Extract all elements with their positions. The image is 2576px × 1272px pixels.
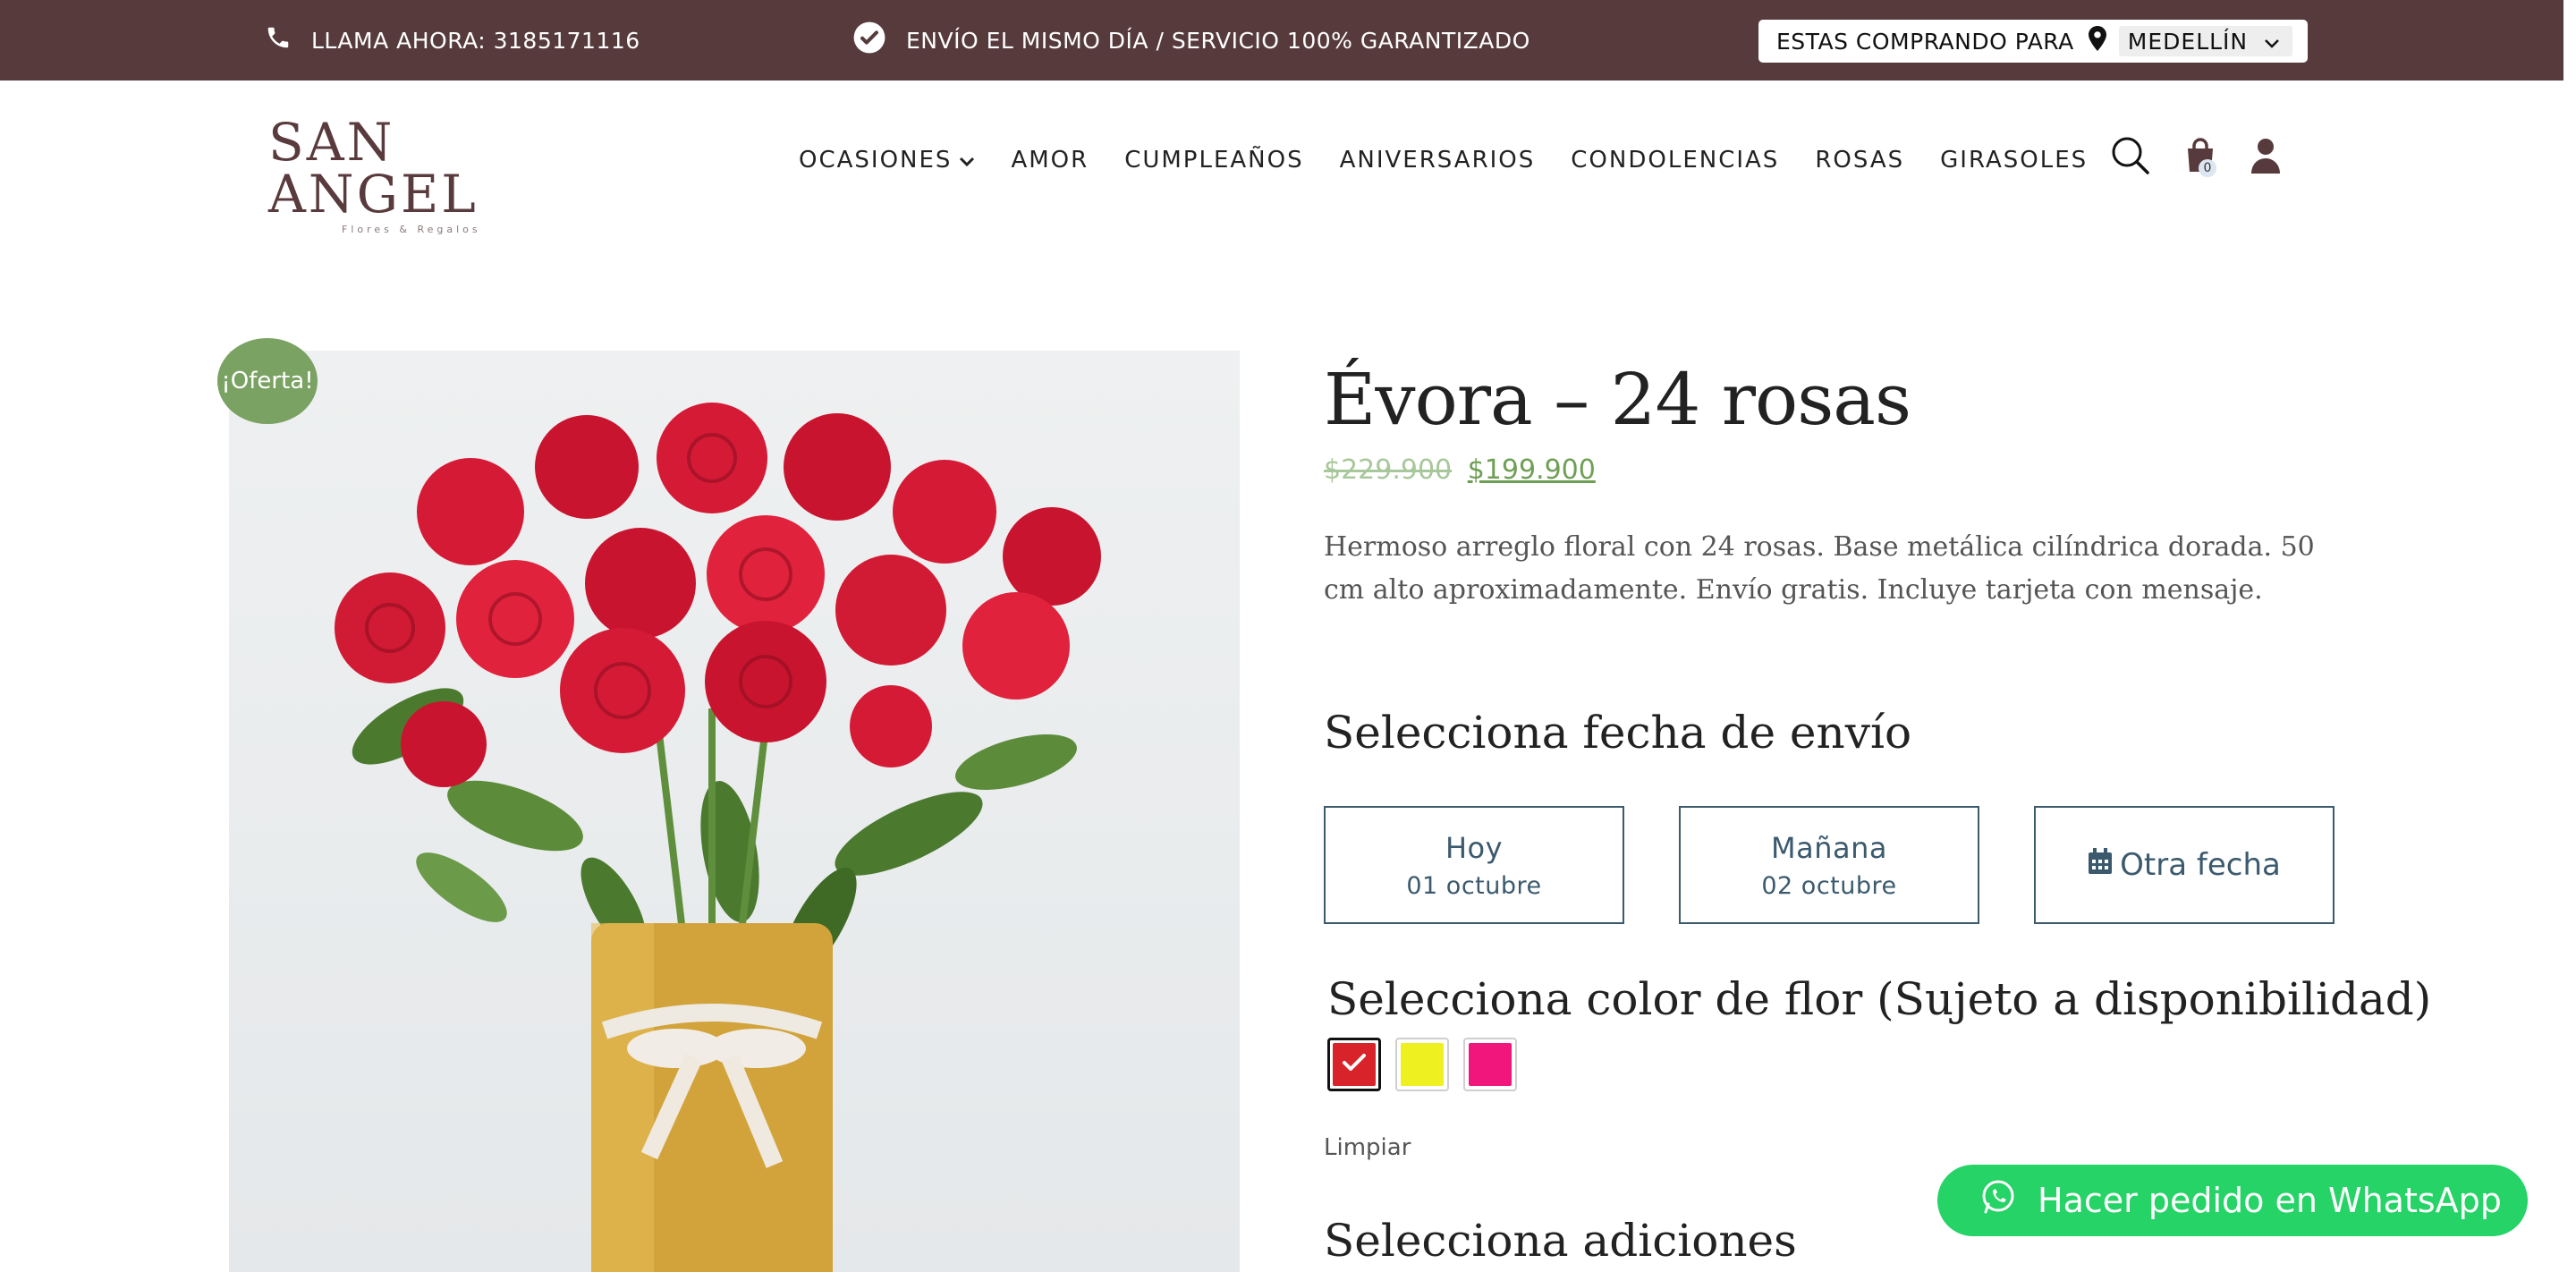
- sale-badge: ¡Oferta!: [217, 338, 318, 424]
- swatch-yellow[interactable]: [1395, 1038, 1449, 1091]
- nav-item-rosas[interactable]: ROSAS: [1815, 147, 1904, 174]
- swatch-red[interactable]: [1327, 1038, 1381, 1091]
- nav-item-ocasiones[interactable]: OCASIONES: [799, 147, 975, 174]
- price-block: $229.900 $199.900: [1324, 454, 1596, 486]
- map-pin-icon: [2088, 26, 2106, 56]
- date-option-label: Mañana: [1771, 830, 1887, 865]
- city-selector-box: ESTAS COMPRANDO PARA MEDELLÍN: [1758, 20, 2308, 63]
- user-icon[interactable]: [2250, 138, 2281, 177]
- product-image[interactable]: [229, 351, 1240, 1272]
- nav-item-aniversarios[interactable]: ANIVERSARIOS: [1340, 147, 1536, 174]
- cart-icon[interactable]: 0: [2184, 138, 2216, 177]
- nav-label: GIRASOLES: [1940, 147, 2089, 174]
- nav-label: CONDOLENCIAS: [1571, 147, 1780, 174]
- top-bar: LLAMA AHORA: 3185171116 ENVÍO EL MISMO D…: [0, 0, 2563, 81]
- main-nav: OCASIONES AMOR CUMPLEAÑOS ANIVERSARIOS C…: [799, 147, 2088, 174]
- old-price: $229.900: [1324, 454, 1453, 486]
- product-title: Évora – 24 rosas: [1324, 358, 1911, 441]
- swatch-fuchsia[interactable]: [1463, 1038, 1517, 1091]
- cart-count-badge: 0: [2199, 159, 2216, 177]
- city-select[interactable]: MEDELLÍN: [2118, 26, 2293, 56]
- nav-label: OCASIONES: [799, 147, 953, 174]
- logo[interactable]: SAN ANGEL Flores & Regalos: [268, 116, 572, 235]
- additions-heading: Selecciona adiciones: [1324, 1215, 1797, 1267]
- call-now[interactable]: LLAMA AHORA: 3185171116: [265, 0, 640, 81]
- sale-price: $199.900: [1467, 454, 1596, 486]
- product-description: Hermoso arreglo floral con 24 rosas. Bas…: [1324, 531, 2315, 606]
- header-icons: 0: [2111, 136, 2315, 179]
- nav-item-girasoles[interactable]: GIRASOLES: [1940, 147, 2088, 174]
- date-option-label: Otra fecha: [2120, 847, 2281, 883]
- date-option-tomorrow[interactable]: Mañana 02 octubre: [1679, 806, 1979, 924]
- whatsapp-order-button[interactable]: Hacer pedido en WhatsApp: [1937, 1165, 2528, 1236]
- chevron-down-icon: [2264, 29, 2280, 55]
- nav-item-condolencias[interactable]: CONDOLENCIAS: [1571, 147, 1779, 174]
- logo-subtitle: Flores & Regalos: [342, 224, 481, 235]
- flower-color-heading: Selecciona color de flor (Sujeto a dispo…: [1327, 973, 2432, 1025]
- date-option-date: 01 octubre: [1406, 871, 1542, 900]
- date-option-date: 02 octubre: [1761, 871, 1897, 900]
- phone-icon: [265, 24, 311, 56]
- calendar-icon: [2088, 847, 2120, 883]
- date-option-label: Hoy: [1445, 830, 1504, 865]
- nav-label: CUMPLEAÑOS: [1124, 147, 1304, 174]
- check-icon: [1342, 1053, 1367, 1076]
- color-swatches: [1327, 1038, 1531, 1091]
- date-option-other[interactable]: Otra fecha: [2034, 806, 2334, 924]
- whatsapp-label: Hacer pedido en WhatsApp: [2038, 1181, 2502, 1220]
- chevron-down-icon: [952, 147, 975, 174]
- shipping-banner: ENVÍO EL MISMO DÍA / SERVICIO 100% GARAN…: [852, 0, 1530, 81]
- buying-for-label: ESTAS COMPRANDO PARA: [1776, 28, 2074, 55]
- whatsapp-icon: [1980, 1179, 2038, 1223]
- delivery-date-heading: Selecciona fecha de envío: [1324, 707, 1912, 759]
- nav-label: ROSAS: [1815, 147, 1905, 174]
- date-option-today[interactable]: Hoy 01 octubre: [1324, 806, 1624, 924]
- nav-item-cumpleanos[interactable]: CUMPLEAÑOS: [1124, 147, 1303, 174]
- check-circle-icon: [852, 21, 906, 60]
- nav-label: AMOR: [1011, 147, 1089, 174]
- logo-name: SAN ANGEL: [268, 112, 479, 225]
- phone-label: LLAMA AHORA: 3185171116: [311, 27, 640, 54]
- city-value: MEDELLÍN: [2127, 28, 2249, 55]
- clear-selection-link[interactable]: Limpiar: [1324, 1134, 1411, 1161]
- shipping-label: ENVÍO EL MISMO DÍA / SERVICIO 100% GARAN…: [906, 27, 1530, 54]
- nav-item-amor[interactable]: AMOR: [1011, 147, 1089, 174]
- search-icon[interactable]: [2111, 136, 2150, 179]
- nav-label: ANIVERSARIOS: [1339, 147, 1536, 174]
